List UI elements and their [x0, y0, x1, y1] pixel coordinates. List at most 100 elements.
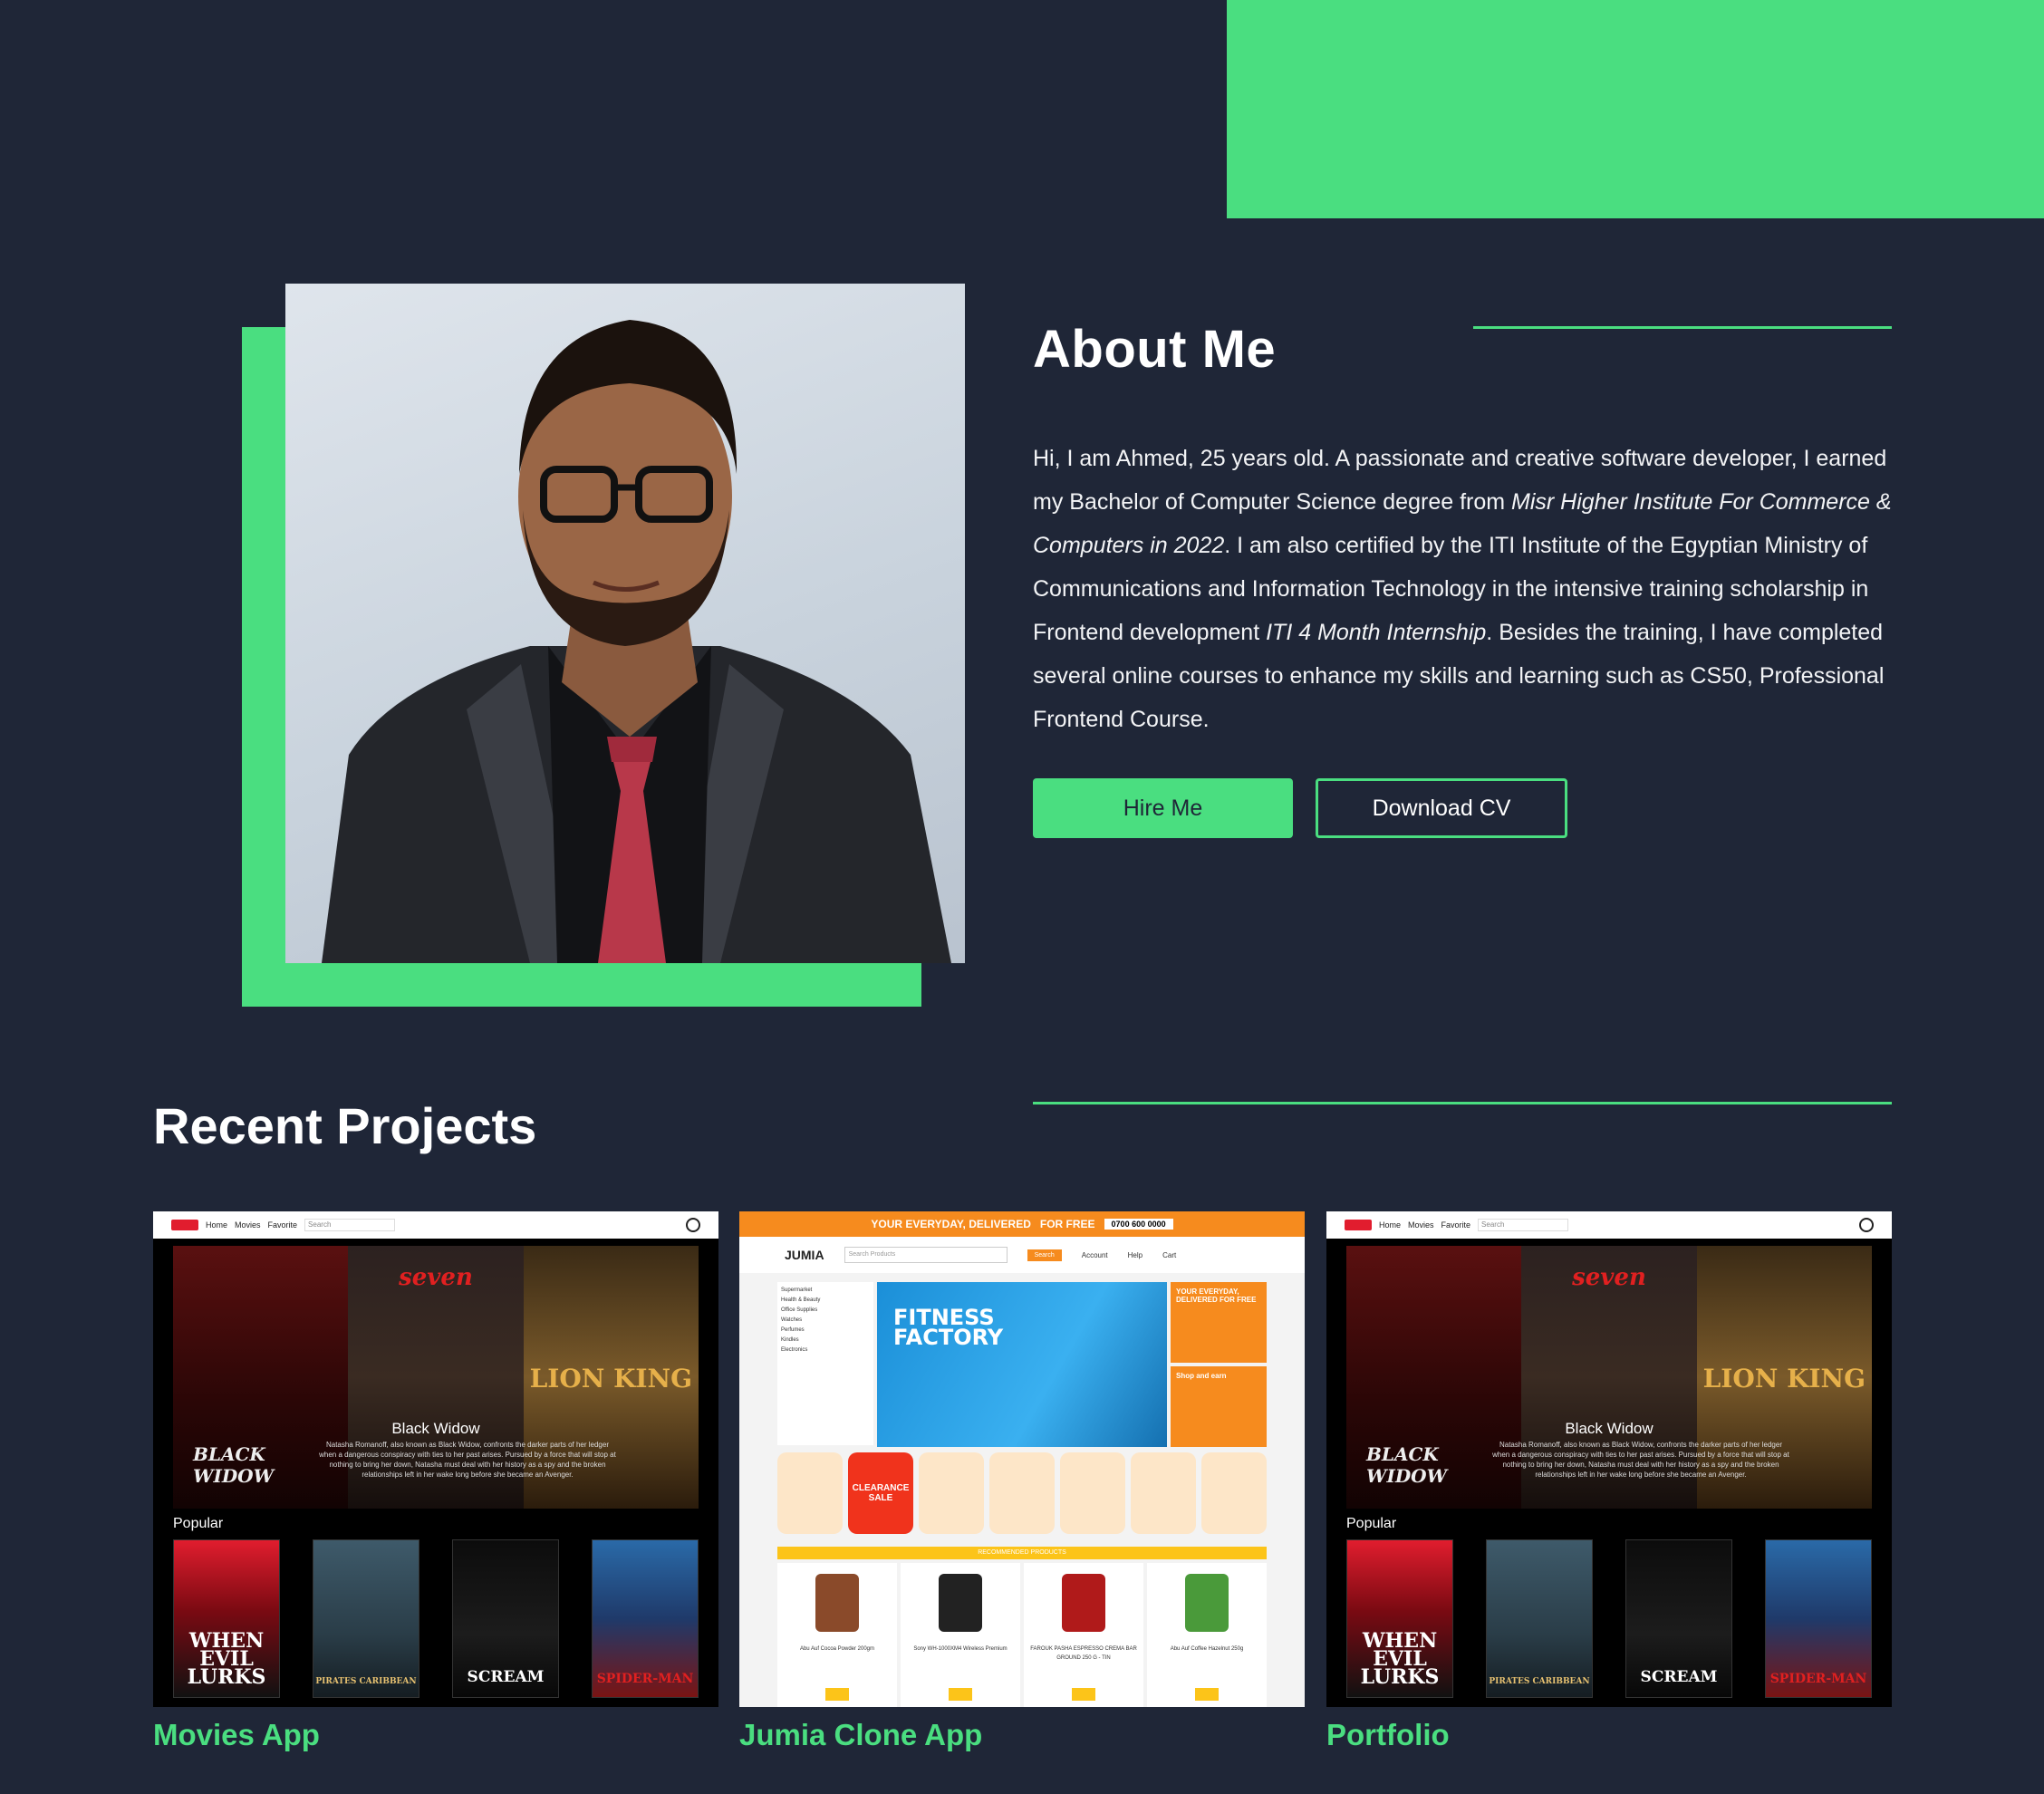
hero-poster-title: seven — [399, 1264, 473, 1291]
jumia-clearance-tile: CLEARANCE SALE — [848, 1452, 913, 1534]
about-title: About Me — [1033, 320, 1277, 379]
jumia-banner: FITNESS FACTORY — [877, 1282, 1167, 1447]
jumia-side-ads: YOUR EVERYDAY, DELIVERED FOR FREE Shop a… — [1171, 1282, 1267, 1447]
movie-thumb: SCREAM — [452, 1539, 559, 1698]
movies-nav-link: Favorite — [1441, 1220, 1471, 1230]
jumia-recommended-bar: RECOMMENDED PRODUCTS — [777, 1547, 1267, 1559]
product-name: FAROUK PASHA ESPRESSO CREMA BAR GROUND 2… — [1030, 1646, 1137, 1661]
project-card-portfolio[interactable]: Home Movies Favorite Search BLACK WIDOW … — [1326, 1211, 1892, 1752]
jumia-ad: YOUR EVERYDAY, DELIVERED FOR FREE — [1171, 1282, 1267, 1363]
product-add-button — [825, 1688, 849, 1701]
jumia-phone: 0700 600 0000 — [1104, 1219, 1173, 1230]
jumia-banner-title: FITNESS FACTORY — [893, 1307, 1004, 1350]
movie-thumb: WHEN EVIL LURKS — [173, 1539, 280, 1698]
jumia-category: Kindles — [781, 1337, 799, 1343]
movie-thumb-title: WHEN EVIL LURKS — [187, 1629, 266, 1689]
jumia-banner-line: FACTORY — [893, 1325, 1004, 1350]
jumia-category-tile — [1201, 1452, 1267, 1534]
product-add-button — [1072, 1688, 1095, 1701]
about-paragraph: Hi, I am Ahmed, 25 years old. A passiona… — [1033, 437, 1894, 741]
movie-thumb-title: SPIDER-MAN — [1769, 1672, 1867, 1686]
project-title-portfolio[interactable]: Portfolio — [1326, 1718, 1892, 1752]
movie-thumb: SPIDER-MAN — [1765, 1539, 1872, 1698]
jumia-search: Search Products — [844, 1247, 1008, 1263]
projects-accent-line — [1033, 1102, 1892, 1104]
movies-nav-link: Favorite — [267, 1220, 298, 1230]
project-card-jumia[interactable]: YOUR EVERYDAY, DELIVERED FOR FREE 0700 6… — [739, 1211, 1305, 1752]
hire-me-button[interactable]: Hire Me — [1033, 778, 1293, 838]
popular-label: Popular — [1346, 1516, 1397, 1531]
jumia-category-tile — [919, 1452, 984, 1534]
user-avatar-icon — [686, 1218, 700, 1232]
movie-thumb: SCREAM — [1625, 1539, 1732, 1698]
project-title-jumia[interactable]: Jumia Clone App — [739, 1718, 1305, 1752]
product-image — [1062, 1574, 1105, 1632]
movie-thumb-title: SPIDER-MAN — [596, 1672, 694, 1686]
jumia-header-link: Help — [1127, 1250, 1143, 1259]
movie-thumb: SPIDER-MAN — [592, 1539, 699, 1698]
jumia-product: Sony WH-1000XM4 Wireless Premium — [901, 1563, 1020, 1707]
popular-row: WHEN EVIL LURKS PIRATES CARIBBEAN SCREAM… — [1346, 1539, 1872, 1698]
movies-search: Search — [304, 1219, 396, 1231]
download-cv-button[interactable]: Download CV — [1316, 778, 1567, 838]
jumia-category-tile — [1060, 1452, 1125, 1534]
movie-thumb-title: SCREAM — [467, 1668, 545, 1686]
product-add-button — [949, 1688, 972, 1701]
jumia-products: Abu Auf Cocoa Powder 200gm Sony WH-1000X… — [777, 1563, 1267, 1707]
jumia-category-tile — [1131, 1452, 1196, 1534]
jumia-app-preview: YOUR EVERYDAY, DELIVERED FOR FREE 0700 6… — [739, 1211, 1305, 1707]
projects-title: Recent Projects — [153, 1097, 537, 1154]
movies-nav: Home Movies Favorite Search — [153, 1211, 718, 1239]
movies-nav: Home Movies Favorite Search — [1326, 1211, 1892, 1239]
about-text-part: ITI 4 Month Internship — [1266, 620, 1487, 645]
movie-thumb: PIRATES CARIBBEAN — [1486, 1539, 1593, 1698]
jumia-search-button: Search — [1027, 1249, 1062, 1261]
movie-thumb-title: PIRATES CARIBBEAN — [315, 1677, 417, 1686]
product-image — [939, 1574, 982, 1632]
movies-hero: BLACK WIDOW seven LION KING Black Widow … — [1346, 1246, 1872, 1509]
movies-logo — [1345, 1220, 1372, 1230]
jumia-category-tile — [777, 1452, 843, 1534]
product-image — [1185, 1574, 1229, 1632]
product-name: Abu Auf Cocoa Powder 200gm — [799, 1646, 875, 1652]
jumia-category-tiles: CLEARANCE SALE — [777, 1452, 1267, 1534]
popular-label: Popular — [173, 1516, 224, 1531]
project-title-movies[interactable]: Movies App — [153, 1718, 718, 1752]
jumia-product: Abu Auf Coffee Hazelnut 250g — [1147, 1563, 1267, 1707]
movies-nav-link: Home — [1379, 1220, 1402, 1230]
portfolio-preview: Home Movies Favorite Search BLACK WIDOW … — [1326, 1211, 1892, 1707]
jumia-product: Abu Auf Cocoa Powder 200gm — [777, 1563, 897, 1707]
jumia-category: Electronics — [781, 1347, 808, 1353]
jumia-category-list: Supermarket Health & Beauty Office Suppl… — [777, 1282, 873, 1445]
hero-poster-title: LION KING — [1702, 1364, 1866, 1394]
jumia-header-link: Cart — [1162, 1250, 1177, 1259]
jumia-promo-text: YOUR EVERYDAY, DELIVERED — [871, 1218, 1031, 1230]
hero-heading: Black Widow — [391, 1420, 480, 1437]
movies-nav-link: Home — [206, 1220, 228, 1230]
hero-heading: Black Widow — [1565, 1420, 1654, 1437]
movie-thumb-title: SCREAM — [1640, 1668, 1718, 1686]
movie-thumb: PIRATES CARIBBEAN — [313, 1539, 419, 1698]
product-name: Sony WH-1000XM4 Wireless Premium — [913, 1646, 1008, 1652]
jumia-promo-bar: YOUR EVERYDAY, DELIVERED FOR FREE 0700 6… — [739, 1211, 1305, 1237]
jumia-header-link: Account — [1081, 1250, 1108, 1259]
profile-photo — [285, 284, 965, 963]
jumia-logo: JUMIA — [785, 1248, 824, 1262]
jumia-category: Health & Beauty — [781, 1297, 821, 1303]
project-screenshot-movies[interactable]: Home Movies Favorite Search BLACK WIDOW … — [153, 1211, 718, 1707]
hero-description: Natasha Romanoff, also known as Black Wi… — [1492, 1441, 1789, 1479]
project-card-movies[interactable]: Home Movies Favorite Search BLACK WIDOW … — [153, 1211, 718, 1752]
jumia-product: FAROUK PASHA ESPRESSO CREMA BAR GROUND 2… — [1024, 1563, 1143, 1707]
movie-thumb-title: PIRATES CARIBBEAN — [1489, 1677, 1590, 1686]
project-screenshot-portfolio[interactable]: Home Movies Favorite Search BLACK WIDOW … — [1326, 1211, 1892, 1707]
jumia-header: JUMIA Search Products Search Account Hel… — [739, 1237, 1305, 1273]
jumia-promo-free: FOR FREE — [1039, 1218, 1095, 1230]
movie-thumb-title: WHEN EVIL LURKS — [1360, 1629, 1440, 1689]
jumia-category: Supermarket — [781, 1288, 813, 1293]
about-accent-line — [1473, 326, 1892, 329]
jumia-category-tile — [989, 1452, 1055, 1534]
product-add-button — [1195, 1688, 1219, 1701]
jumia-category: Watches — [781, 1317, 803, 1323]
project-screenshot-jumia[interactable]: YOUR EVERYDAY, DELIVERED FOR FREE 0700 6… — [739, 1211, 1305, 1707]
hero-poster-title: LION KING — [529, 1364, 693, 1394]
